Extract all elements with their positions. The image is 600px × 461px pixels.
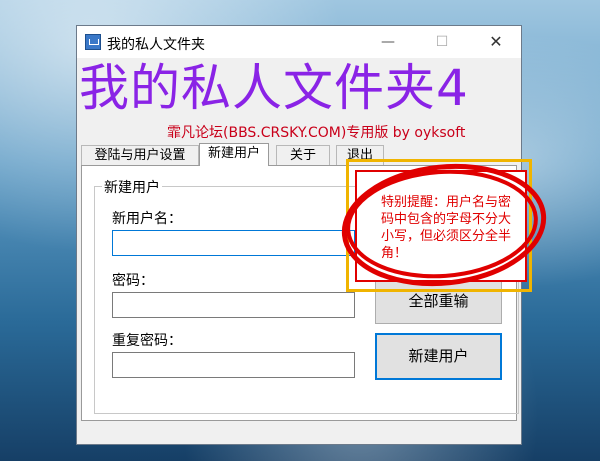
window-title: 我的私人文件夹 (107, 37, 205, 53)
maximize-button[interactable]: ☐ (419, 26, 465, 58)
username-label: 新用户名： (112, 211, 182, 227)
folder-icon (85, 34, 101, 50)
create-user-button[interactable]: 新建用户 (375, 333, 502, 380)
confirm-password-label: 重复密码： (112, 333, 182, 349)
groupbox-title: 新建用户 (102, 177, 162, 197)
tab-about[interactable]: 关于 (276, 145, 330, 165)
title-bar[interactable]: 我的私人文件夹 — ☐ ✕ (77, 26, 521, 58)
tab-login-settings[interactable]: 登陆与用户设置 (81, 145, 199, 165)
close-button[interactable]: ✕ (473, 26, 519, 58)
app-banner: 我的私人文件夹4 (79, 59, 469, 117)
password-input[interactable] (112, 292, 355, 318)
status-bar (77, 422, 521, 444)
minimize-button[interactable]: — (365, 26, 411, 58)
username-input[interactable] (112, 230, 355, 256)
confirm-password-input[interactable] (112, 352, 355, 378)
edition-subtitle: 霏凡论坛(BBS.CRSKY.COM)专用版 by oyksoft (167, 125, 466, 141)
tab-new-user[interactable]: 新建用户 (199, 143, 269, 166)
password-label: 密码： (112, 273, 154, 289)
warning-note: 特别提醒：用户名与密码中包含的字母不分大小写，但必须区分全半角！ (355, 170, 527, 282)
